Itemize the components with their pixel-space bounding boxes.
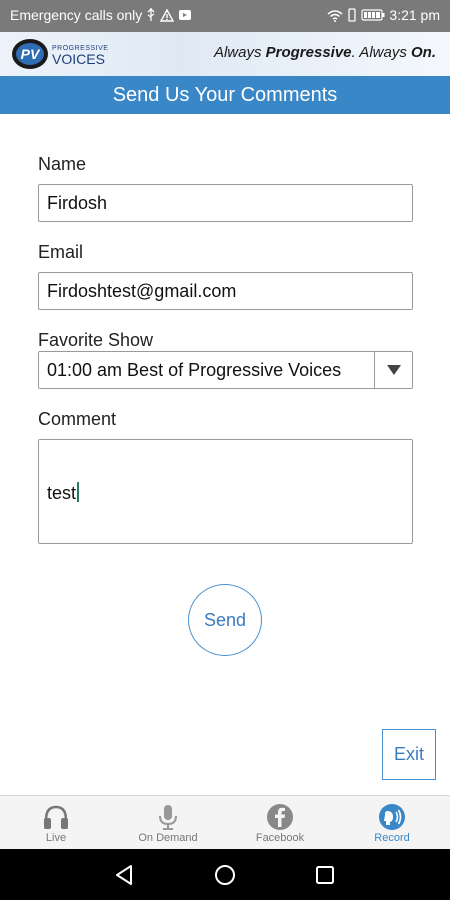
- exit-button[interactable]: Exit: [382, 729, 436, 780]
- clock: 3:21 pm: [389, 7, 440, 23]
- usb-icon: [147, 8, 155, 21]
- page-title: Send Us Your Comments: [0, 76, 450, 114]
- email-label: Email: [38, 242, 84, 262]
- comment-text: test: [47, 482, 80, 504]
- bottom-tab-bar: Live On Demand Facebook Record: [0, 795, 450, 849]
- microphone-icon: [159, 805, 177, 830]
- send-button[interactable]: Send: [188, 584, 262, 656]
- status-left: Emergency calls only: [10, 7, 192, 23]
- name-field[interactable]: Firdosh: [38, 184, 413, 222]
- wifi-icon: [327, 9, 343, 22]
- carrier-text: Emergency calls only: [10, 7, 143, 23]
- tab-record[interactable]: Record: [336, 796, 448, 850]
- tab-on-demand[interactable]: On Demand: [112, 796, 224, 850]
- back-icon[interactable]: [112, 862, 138, 888]
- banner-tagline: Always Progressive. Always On.: [213, 44, 436, 61]
- system-nav-bar: [0, 849, 450, 900]
- favorite-show-label: Favorite Show: [38, 330, 154, 350]
- progressive-voices-logo: PV PROGRESSIVE VOICES: [12, 39, 108, 69]
- facebook-icon: [267, 804, 293, 830]
- record-voice-icon: [379, 804, 405, 830]
- comment-label: Comment: [38, 409, 117, 429]
- tab-on-demand-label: On Demand: [138, 832, 198, 844]
- svg-text:VOICES: VOICES: [52, 51, 105, 67]
- status-bar: Emergency calls only 3:21 pm: [0, 0, 450, 32]
- text-cursor: [77, 482, 80, 502]
- favorite-show-value: 01:00 am Best of Progressive Voices: [47, 360, 342, 380]
- status-right: 3:21 pm: [327, 7, 440, 23]
- vibrate-icon: [348, 8, 357, 22]
- notification-icon: [179, 10, 192, 20]
- headphones-icon: [44, 805, 68, 829]
- warning-icon: [160, 8, 175, 22]
- tab-live-label: Live: [45, 832, 67, 844]
- tab-facebook-label: Facebook: [255, 832, 305, 844]
- comment-textarea[interactable]: test: [38, 439, 413, 544]
- battery-icon: [361, 9, 385, 21]
- email-field[interactable]: Firdoshtest@gmail.com: [38, 272, 413, 310]
- favorite-show-select[interactable]: 01:00 am Best of Progressive Voices: [38, 351, 413, 389]
- tab-live[interactable]: Live: [0, 796, 112, 850]
- tab-facebook[interactable]: Facebook: [224, 796, 336, 850]
- recent-apps-icon[interactable]: [312, 862, 338, 888]
- app-banner: PV PROGRESSIVE VOICES Always Progressive…: [0, 32, 450, 76]
- dropdown-arrow-icon[interactable]: [374, 352, 412, 388]
- tab-record-label: Record: [374, 832, 410, 844]
- name-label: Name: [38, 154, 87, 174]
- svg-text:PV: PV: [21, 46, 41, 62]
- home-icon[interactable]: [212, 862, 238, 888]
